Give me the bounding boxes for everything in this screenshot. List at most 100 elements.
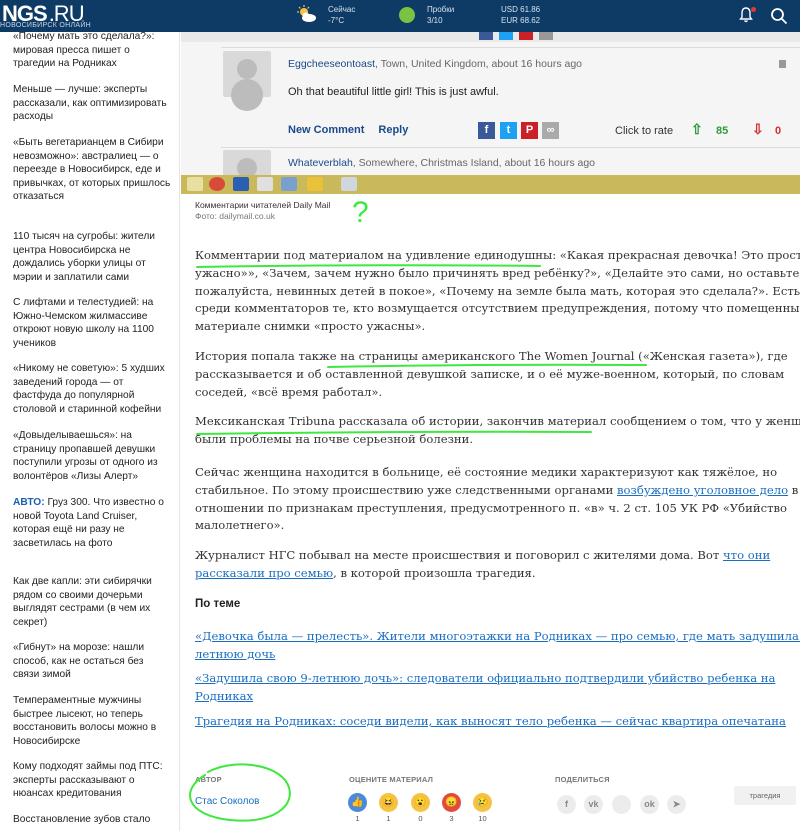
comment-divider — [221, 147, 800, 148]
pinterest-icon — [519, 32, 533, 40]
reply-link[interactable]: Reply — [378, 124, 408, 136]
comment-text: Oh that beautiful little girl! This is j… — [288, 86, 499, 98]
sidebar-news-item[interactable]: «Быть вегетарианцем в Сибири невозможно»… — [13, 136, 171, 204]
sad-face-icon[interactable]: 😢 — [473, 793, 492, 812]
sidebar-news-item[interactable]: Темпераментные мужчины быстрее лысеют, н… — [13, 694, 171, 748]
circle-annotation — [189, 763, 291, 822]
vote-down-icon: ⇩ — [752, 121, 764, 137]
currency-widget[interactable]: USD 61.86 EUR 68.62 — [501, 4, 540, 26]
pinterest-icon: P — [521, 122, 538, 139]
angry-face-icon[interactable]: 😠 — [442, 793, 461, 812]
taskbar-app-icon — [187, 177, 203, 191]
weather-widget[interactable]: Сейчас -7°C — [328, 4, 355, 26]
surprised-face-icon[interactable]: 😮 — [411, 793, 430, 812]
question-mark-annotation: ? — [352, 196, 369, 229]
sidebar-news-item[interactable]: Кому подходят займы под ПТС: эксперты ра… — [13, 760, 171, 801]
article-paragraph: Сейчас женщина находится в больнице, её … — [195, 465, 799, 533]
avatar — [223, 51, 271, 97]
thumbs-up-icon[interactable]: 👍 — [348, 793, 367, 812]
taskbar-app-icon — [281, 177, 297, 191]
twitter-share-icon[interactable] — [612, 795, 631, 814]
article-paragraph: История попала также на страницы америка… — [195, 349, 788, 399]
taskbar-strip — [181, 175, 800, 194]
family-story-link[interactable]: что они — [723, 548, 770, 562]
sidebar-news-item[interactable]: Восстановление зубов стало — [13, 813, 171, 827]
eur-rate: EUR 68.62 — [501, 16, 541, 25]
article-paragraph: Мексиканская Tribuna рассказала об истор… — [195, 414, 800, 446]
related-article-link[interactable]: «Девочка была — прелесть». Жители многоэ… — [195, 628, 800, 663]
sidebar-news-item[interactable]: АВТО: Груз 300. Что известно о новой Toy… — [13, 496, 171, 550]
link-icon: ∞ — [542, 122, 559, 139]
twitter-icon: t — [500, 122, 517, 139]
twitter-icon — [499, 32, 513, 40]
reaction-count: 1 — [355, 814, 360, 823]
click-to-rate-label: Click to rate — [615, 125, 674, 137]
taskbar-app-icon — [233, 177, 249, 191]
image-caption: Комментарии читателей Daily Mail Фото: d… — [195, 200, 330, 222]
vote-down-count: 0 — [775, 125, 782, 137]
related-heading: По теме — [195, 598, 241, 610]
sidebar-news-item[interactable]: Меньше — лучше: эксперты рассказали, как… — [13, 83, 171, 124]
traffic-icon — [399, 7, 415, 23]
author-name[interactable]: Стас Соколов — [195, 796, 259, 807]
vote-up-count: 85 — [716, 125, 729, 137]
comment-username[interactable]: Eggcheeseontoast — [288, 58, 375, 70]
sidebar-news-item[interactable]: «Гибнут» на морозе: нашли способ, как не… — [13, 641, 171, 682]
weather-icon — [297, 5, 316, 22]
taskbar-app-icon — [209, 177, 225, 191]
author-label: АВТОР — [195, 775, 222, 784]
avatar — [223, 150, 271, 178]
traffic-value: 3/10 — [427, 16, 443, 25]
criminal-case-link[interactable]: возбуждено уголовное дело — [617, 483, 788, 497]
comments-screenshot: Eggcheeseontoast, Town, United Kingdom, … — [181, 32, 800, 194]
sidebar-news-item[interactable]: «Никому не советую»: 5 худших заведений … — [13, 362, 171, 416]
new-comment-link[interactable]: New Comment — [288, 124, 364, 136]
article-paragraph: Журналист НГС побывал на месте происшест… — [195, 548, 771, 580]
sidebar-news-item[interactable]: «Почему мать это сделала?»: мировая прес… — [13, 32, 171, 71]
reaction-count: 10 — [478, 814, 487, 823]
news-sidebar: «Почему мать это сделала?»: мировая прес… — [0, 32, 180, 831]
caption-title: Комментарии читателей Daily Mail — [195, 200, 331, 210]
sidebar-news-item[interactable]: 110 тысяч на сугробы: жители центра Ново… — [13, 230, 171, 284]
logo-subtitle: НОВОСИБИРСК ОНЛАЙН — [0, 22, 92, 29]
comment-username[interactable]: Whateverblah — [288, 157, 353, 169]
weather-value: -7°C — [328, 16, 345, 25]
vk-share-icon[interactable]: vk — [584, 795, 603, 814]
usd-rate: USD 61.86 — [501, 5, 541, 14]
rate-label: ОЦЕНИТЕ МАТЕРИАЛ — [349, 775, 434, 784]
reaction-count: 3 — [449, 814, 454, 823]
notification-dot — [751, 7, 756, 12]
odnoklassniki-share-icon[interactable]: ok — [640, 795, 659, 814]
tag-button[interactable]: трагедия — [734, 786, 796, 805]
comment-actions: New Comment Reply — [288, 124, 422, 136]
related-article-link[interactable]: «Задушила свою 9-летнюю дочь»: следовате… — [195, 670, 795, 705]
caption-source: Фото: dailymail.co.uk — [195, 211, 275, 221]
traffic-label: Пробки — [427, 5, 455, 14]
vote-up-icon: ⇧ — [691, 121, 703, 137]
comment-divider — [221, 47, 800, 48]
taskbar-app-icon — [257, 177, 273, 191]
comment-meta: Whateverblah, Somewhere, Christmas Islan… — [288, 157, 596, 169]
reaction-count: 0 — [418, 814, 423, 823]
top-bar: NGS.RU НОВОСИБИРСК ОНЛАЙН Сейчас -7°C Пр… — [0, 0, 800, 32]
taskbar-app-icon — [307, 177, 323, 191]
traffic-widget[interactable]: Пробки 3/10 — [427, 4, 454, 26]
facebook-icon — [479, 32, 493, 40]
weather-label: Сейчас — [328, 5, 356, 14]
sidebar-news-item[interactable]: Как две капли: эти сибирячки рядом со св… — [13, 575, 171, 629]
family-story-link[interactable]: рассказали про семью — [195, 566, 333, 580]
telegram-share-icon[interactable]: ➤ — [667, 795, 686, 814]
laughing-face-icon[interactable]: 😆 — [379, 793, 398, 812]
facebook-icon: f — [478, 122, 495, 139]
sidebar-news-item[interactable]: С лифтами и телестудией: на Южно-Чемском… — [13, 296, 171, 350]
search-icon[interactable] — [770, 7, 788, 25]
facebook-share-icon[interactable]: f — [557, 795, 576, 814]
reaction-count: 1 — [386, 814, 391, 823]
report-flag-icon — [779, 60, 786, 68]
share-label: ПОДЕЛИТЬСЯ — [555, 775, 610, 784]
related-article-link[interactable]: Трагедия на Родниках: соседи видели, как… — [195, 713, 795, 731]
news-tag: АВТО: — [13, 497, 45, 508]
sidebar-news-item[interactable]: «Довыделываешься»: на страницу пропавшей… — [13, 429, 171, 483]
link-icon — [539, 32, 553, 40]
comment-meta: Eggcheeseontoast, Town, United Kingdom, … — [288, 58, 583, 70]
